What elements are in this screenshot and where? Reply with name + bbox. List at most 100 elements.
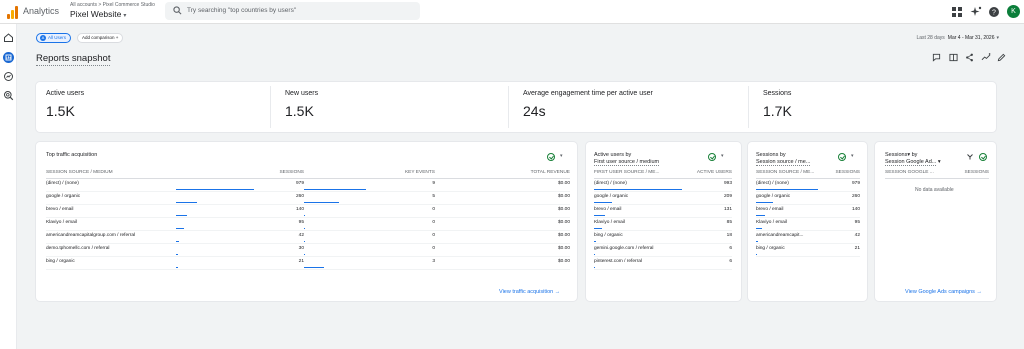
column-header[interactable]: SESSION SOURCE / MEDIUM: [46, 169, 176, 179]
column-header[interactable]: SESSIONS: [176, 169, 304, 179]
dimension-selector[interactable]: First user source / medium: [594, 159, 660, 166]
column-header[interactable]: KEY EVENTS: [304, 169, 435, 179]
table-row[interactable]: bing / organic 21 3 $0.00: [46, 256, 570, 270]
column-header[interactable]: SESSIONS: [826, 169, 860, 179]
sessions-table: SESSION SOURCE / ME... SESSIONS (direct)…: [756, 169, 860, 257]
chevron-down-icon[interactable]: ▾: [721, 153, 724, 159]
table-row[interactable]: americandreamcapitalgroup.com / referral…: [46, 230, 570, 244]
metric-sessions[interactable]: Sessions 1.7K: [763, 90, 792, 119]
column-header[interactable]: ACTIVE USERS: [682, 169, 732, 179]
divider: [508, 86, 509, 128]
table-row[interactable]: bing / organic 18: [594, 230, 732, 244]
arrow-right-icon: →: [976, 289, 982, 295]
all-users-label: All Users: [48, 35, 67, 40]
table-row[interactable]: Klaviyo / email 95 0 $0.00: [46, 217, 570, 231]
source-cell: Klaviyo / email: [756, 217, 826, 231]
edit-pencil-icon[interactable]: [997, 53, 1006, 62]
chevron-down-icon[interactable]: ▾: [560, 153, 563, 159]
value-bar: [304, 201, 339, 203]
status-check-icon[interactable]: [547, 153, 555, 161]
status-check-icon[interactable]: [838, 153, 846, 161]
key-events-cell: 0: [304, 217, 435, 231]
add-comparison-button[interactable]: Add comparison +: [77, 33, 124, 43]
value-cell: 6: [682, 256, 732, 270]
all-users-chip[interactable]: A All Users: [36, 33, 72, 43]
date-range-value: Mar 4 - Mar 31, 2026: [947, 35, 995, 41]
table-row[interactable]: (direct) / (none) 993: [594, 178, 732, 192]
column-header[interactable]: SESSION GOOGLE ...: [885, 169, 955, 179]
table-row[interactable]: (direct) / (none) 979: [756, 178, 860, 192]
account-breadcrumb[interactable]: All accounts > Pixel Commerce Studio: [70, 2, 155, 8]
column-header[interactable]: FIRST USER SOURCE / ME...: [594, 169, 682, 179]
sessions-value: 140: [295, 206, 304, 212]
advertising-icon[interactable]: [3, 90, 14, 101]
value-cell: 85: [682, 217, 732, 231]
column-header[interactable]: TOTAL REVENUE: [435, 169, 570, 179]
date-range-picker[interactable]: Last 28 days Mar 4 - Mar 31, 2026 ▾: [916, 35, 999, 41]
traffic-acquisition-card: Top traffic acquisition ▾ SESSION SOURCE…: [35, 141, 578, 302]
value-bar: [176, 266, 178, 268]
value-bar: [756, 227, 763, 229]
column-header[interactable]: SESSIONS: [955, 169, 989, 179]
value-bar: [176, 227, 184, 229]
apps-grid-icon[interactable]: [951, 6, 963, 18]
column-header[interactable]: SESSION SOURCE / ME...: [756, 169, 826, 179]
explore-icon[interactable]: [3, 71, 14, 82]
chevron-down-icon[interactable]: ▾: [851, 153, 854, 159]
table-row[interactable]: bing / organic 21: [756, 243, 860, 257]
metric-value: 1.5K: [285, 103, 314, 119]
avatar[interactable]: K: [1007, 5, 1020, 18]
source-label: google / organic: [756, 193, 791, 199]
table-row[interactable]: brevo / email 140 0 $0.00: [46, 204, 570, 218]
status-check-icon[interactable]: [979, 153, 987, 161]
metric-new-users[interactable]: New users 1.5K: [285, 90, 318, 119]
table-row[interactable]: google / organic 260: [756, 191, 860, 205]
source-label: google / organic: [594, 193, 629, 199]
table-row[interactable]: demo.tphomellc.com / referral 30 0 $0.00: [46, 243, 570, 257]
search-box[interactable]: Try searching "top countries by users": [165, 2, 420, 20]
value-bar: [304, 214, 305, 216]
feedback-icon[interactable]: [932, 53, 941, 62]
revenue-cell: $0.00: [435, 178, 570, 192]
table-row[interactable]: brevo / email 140: [756, 204, 860, 218]
value-bar: [594, 266, 595, 268]
help-icon[interactable]: ?: [988, 6, 1000, 18]
share-icon[interactable]: [965, 53, 974, 62]
table-row[interactable]: pinterest.com / referral 6: [594, 256, 732, 270]
status-check-icon[interactable]: [708, 153, 716, 161]
compare-icon[interactable]: [949, 53, 958, 62]
metric-label: Sessions: [763, 90, 792, 97]
home-icon[interactable]: [3, 32, 14, 43]
metric-active-users[interactable]: Active users 1.5K: [46, 90, 84, 119]
dimension-selector[interactable]: Session Google Ad...: [885, 159, 937, 166]
chevron-down-icon: ▾: [937, 159, 941, 165]
table-row[interactable]: (direct) / (none) 979 9 $0.00: [46, 178, 570, 192]
analytics-logo-icon[interactable]: [6, 5, 20, 19]
table-row[interactable]: Klaviyo / email 95: [756, 217, 860, 231]
date-range-label: Last 28 days: [916, 35, 945, 41]
value-bar: [304, 240, 305, 242]
metric-engagement-time[interactable]: Average engagement time per active user 2…: [523, 90, 653, 119]
view-google-ads-link[interactable]: View Google Ads campaigns →: [905, 289, 982, 295]
table-row[interactable]: brevo / email 131: [594, 204, 732, 218]
value-bar: [594, 201, 613, 203]
filter-icon[interactable]: [967, 154, 973, 160]
table-row[interactable]: google / organic 260 5 $0.00: [46, 191, 570, 205]
app-title[interactable]: Analytics: [23, 6, 59, 16]
sessions-cell: 979: [176, 178, 304, 192]
table-row[interactable]: google / organic 209: [594, 191, 732, 205]
property-selector[interactable]: Pixel Website ▾: [70, 9, 126, 19]
sparkle-icon[interactable]: [970, 6, 982, 18]
value-cell: 18: [682, 230, 732, 244]
source-cell: brevo / email: [756, 204, 826, 218]
card-title-line1: Active users by: [594, 152, 632, 158]
table-row[interactable]: gemini.google.com / referral 6: [594, 243, 732, 257]
table-row[interactable]: americandreamcapit... 42: [756, 230, 860, 244]
value-bar: [304, 188, 366, 190]
value-bar: [756, 240, 759, 242]
view-traffic-acquisition-link[interactable]: View traffic acquisition →: [499, 289, 560, 295]
dimension-selector[interactable]: Session source / me...: [756, 159, 811, 166]
table-row[interactable]: Klaviyo / email 85: [594, 217, 732, 231]
reports-icon[interactable]: [3, 52, 14, 63]
insights-icon[interactable]: [981, 53, 991, 62]
